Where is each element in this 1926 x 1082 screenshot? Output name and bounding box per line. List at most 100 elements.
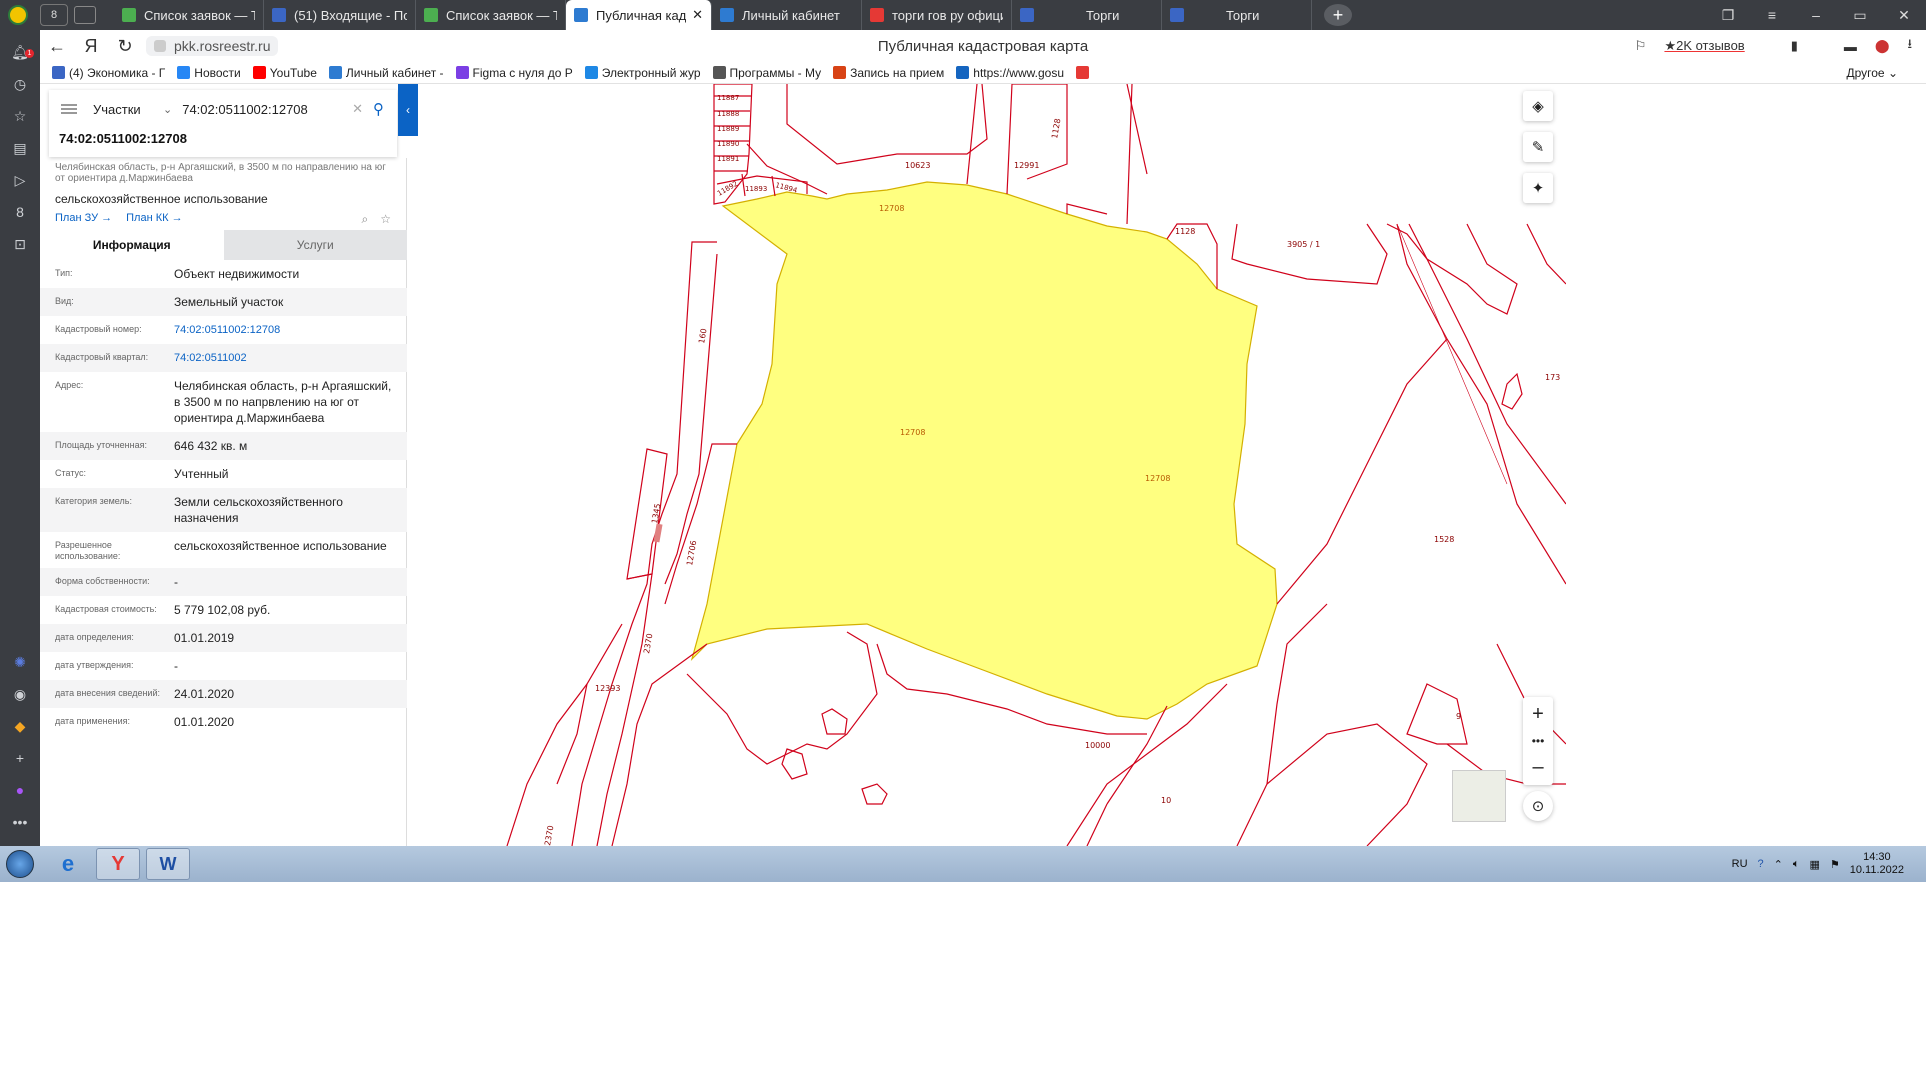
clear-icon[interactable]: ✕: [352, 101, 363, 117]
search-doc-icon[interactable]: ⌕: [362, 212, 369, 227]
compass-button[interactable]: ⊙: [1523, 791, 1553, 821]
chevron-down-icon[interactable]: ⌄: [163, 103, 172, 116]
menu-icon[interactable]: ≡: [1750, 7, 1794, 24]
minimize-button[interactable]: –: [1794, 7, 1838, 24]
bookmark-item[interactable]: YouTube: [252, 66, 317, 80]
favorite-star-icon[interactable]: ☆: [380, 212, 391, 227]
more-icon[interactable]: •••: [9, 811, 31, 833]
tab-3[interactable]: Список заявок — Техн: [416, 0, 566, 30]
volume-icon[interactable]: 🔈︎: [1793, 858, 1800, 871]
start-button[interactable]: [0, 846, 40, 882]
collapse-panel-button[interactable]: ‹: [398, 84, 418, 136]
search-icon[interactable]: ⚲: [373, 100, 397, 118]
tab-7[interactable]: Торги: [1012, 0, 1162, 30]
hamburger-menu-icon[interactable]: [61, 104, 77, 114]
tab-5[interactable]: Личный кабинет: [712, 0, 862, 30]
bookmark-item[interactable]: Запись на прием: [833, 66, 944, 80]
okko-icon[interactable]: ◉: [9, 683, 31, 705]
bookmark-item[interactable]: Программы - Му: [712, 66, 821, 80]
map-label: 2370: [642, 633, 654, 655]
tab-2[interactable]: (51) Входящие - Почта: [264, 0, 416, 30]
attribute-row: дата применения: 01.01.2020: [40, 708, 407, 736]
close-tab-icon[interactable]: ✕: [692, 7, 703, 23]
ie-icon[interactable]: e: [46, 848, 90, 880]
tab-8[interactable]: Торги: [1162, 0, 1312, 30]
url-field[interactable]: pkk.rosreestr.ru: [146, 36, 279, 56]
tab-1[interactable]: Список заявок — Техн: [114, 0, 264, 30]
close-window-button[interactable]: ✕: [1882, 7, 1926, 24]
bell-icon[interactable]: 🔔︎ 1: [9, 41, 34, 63]
bookmark-icon[interactable]: ▮: [1791, 38, 1798, 54]
bookmark-item[interactable]: (4) Экономика - Г: [52, 66, 165, 80]
help-icon[interactable]: ?: [1758, 858, 1764, 870]
attribute-row: дата утверждения: -: [40, 652, 407, 680]
zoom-out-button[interactable]: –: [1532, 756, 1543, 779]
tabs-icon[interactable]: ❐: [1706, 7, 1750, 24]
bookmark-item[interactable]: Новости: [177, 66, 241, 80]
cadastral-map[interactable]: 12708 12708 12708 10623 12991 1128 1128 …: [407, 84, 1566, 846]
reviews-link[interactable]: ★2K отзывов: [1664, 38, 1744, 54]
clock[interactable]: 14:30 10.11.2022: [1850, 851, 1904, 877]
attribute-link[interactable]: 74:02:0511002: [174, 350, 407, 366]
attribute-key: дата внесения сведений:: [55, 688, 160, 698]
search-type-select[interactable]: Участки: [93, 102, 163, 117]
star-icon[interactable]: ☆: [9, 105, 31, 127]
eagle-icon[interactable]: ✺: [9, 651, 31, 673]
alice-icon[interactable]: ●: [9, 779, 31, 801]
new-tab-button[interactable]: +: [1324, 4, 1352, 26]
eight-icon[interactable]: 8: [9, 201, 31, 223]
tab-count-icon[interactable]: 8: [40, 4, 68, 26]
search-result-title[interactable]: 74:02:0511002:12708: [49, 128, 397, 146]
attribute-row: Площадь уточненная: 646 432 кв. м: [40, 432, 407, 460]
network-icon[interactable]: ▦: [1809, 858, 1819, 871]
minimap[interactable]: [1452, 770, 1506, 822]
appointment-icon: [833, 66, 847, 79]
layers-button[interactable]: ◈: [1523, 91, 1553, 121]
yandex-button[interactable]: Я: [74, 30, 108, 62]
history-icon[interactable]: ◷: [9, 73, 31, 95]
tab-services[interactable]: Услуги: [223, 230, 407, 260]
map-canvas[interactable]: 12708 12708 12708 10623 12991 1128 1128 …: [407, 84, 1566, 846]
attribute-key: Кадастровый номер:: [55, 324, 142, 334]
extension-red-icon[interactable]: ⬤: [1875, 38, 1890, 54]
play-icon[interactable]: ▷: [9, 169, 31, 191]
protect-icon[interactable]: ▬: [1844, 39, 1857, 54]
notes-icon[interactable]: ▤: [9, 137, 31, 159]
other-bookmarks[interactable]: Другое ⌄: [1846, 66, 1898, 80]
add-app-icon[interactable]: +: [9, 747, 31, 769]
edu-icon: [584, 66, 598, 79]
bookmark-item[interactable]: Электронный жур: [584, 66, 701, 80]
ruler-button[interactable]: ✎: [1523, 132, 1553, 162]
reload-button[interactable]: ↻: [108, 30, 142, 62]
tab-manager-icon[interactable]: [74, 6, 96, 24]
language-indicator[interactable]: RU: [1732, 858, 1748, 870]
tab-active[interactable]: Публичная кадастро✕: [566, 0, 712, 30]
mail-app-icon[interactable]: ◆: [9, 715, 31, 737]
map-label: 1128: [1050, 118, 1062, 140]
zoom-in-button[interactable]: +: [1532, 703, 1544, 726]
bookmark-item[interactable]: [1076, 66, 1093, 79]
tray-arrow-icon[interactable]: ⌃: [1774, 858, 1783, 871]
bookmark-item[interactable]: Figma с нуля до Р: [455, 66, 573, 80]
rosreestr-icon: [328, 66, 342, 79]
plan-kk-link[interactable]: План КК →: [126, 212, 182, 227]
search-input[interactable]: 74:02:0511002:12708: [182, 102, 352, 117]
tab-6[interactable]: торги гов ру официаль: [862, 0, 1012, 30]
yandex-browser-icon[interactable]: Y: [96, 848, 140, 880]
more-options-icon[interactable]: •••: [1532, 734, 1545, 748]
attribute-value: 01.01.2020: [174, 715, 235, 729]
attribute-link[interactable]: 74:02:0511002:12708: [174, 322, 407, 338]
restore-button[interactable]: ▭: [1838, 7, 1882, 24]
word-icon[interactable]: W: [146, 848, 190, 880]
download-icon[interactable]: ⭳: [1907, 35, 1912, 57]
locate-button[interactable]: ✦: [1523, 173, 1553, 203]
bookmark-item[interactable]: Личный кабинет -: [328, 66, 444, 80]
back-button[interactable]: ←: [40, 30, 74, 62]
tab-information[interactable]: Информация: [40, 230, 224, 260]
flag-tray-icon[interactable]: ⚑: [1830, 858, 1840, 871]
browser-logo[interactable]: [0, 0, 36, 30]
extension-icon[interactable]: ⚐: [1635, 38, 1647, 54]
plan-zu-link[interactable]: План ЗУ →: [55, 212, 112, 227]
bookmark-item[interactable]: https://www.gosu: [956, 66, 1064, 80]
camera-icon[interactable]: ⊡: [9, 233, 31, 255]
